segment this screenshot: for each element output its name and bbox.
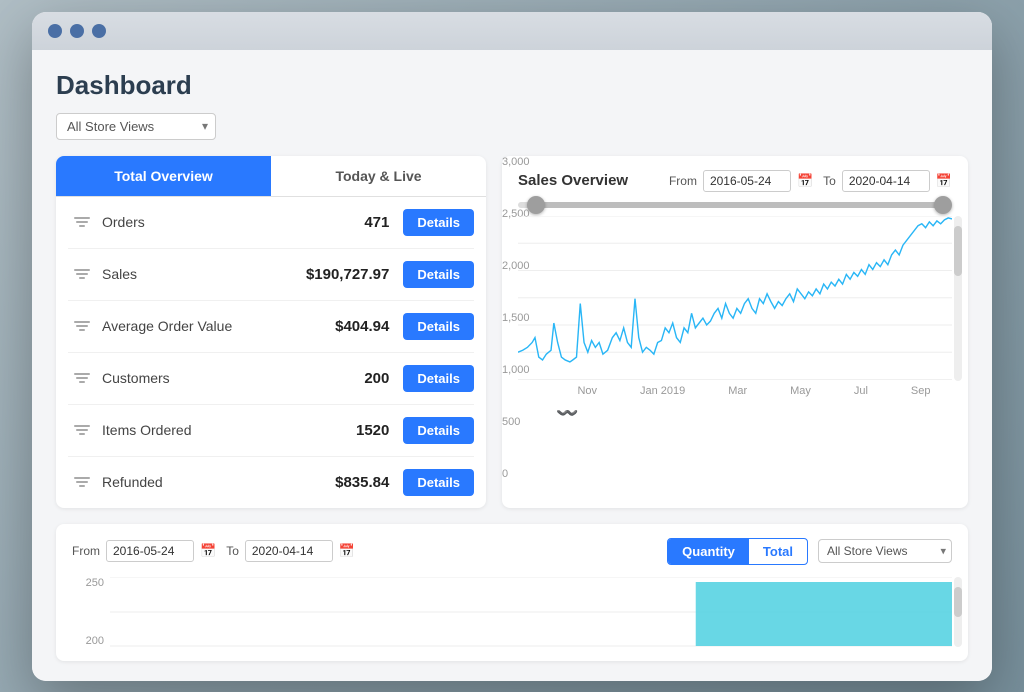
chart-scrollbar-thumb — [954, 226, 962, 276]
bottom-to-input[interactable] — [245, 540, 333, 562]
avg-order-label: Average Order Value — [96, 318, 293, 334]
chart-thumbnail-icon: 〰️ — [518, 403, 952, 424]
filter-icon — [68, 373, 96, 383]
refunded-details-button[interactable]: Details — [403, 469, 474, 496]
to-calendar-icon[interactable]: 📅 — [936, 173, 952, 189]
y-label-0: 0 — [502, 468, 540, 480]
stats-panel: Total Overview Today & Live Orders 471 D… — [56, 156, 486, 508]
bottom-scrollbar-thumb — [954, 587, 962, 617]
x-label-jan: Jan 2019 — [640, 385, 685, 397]
bottom-from-input[interactable] — [106, 540, 194, 562]
chart-header: Sales Overview From 📅 To 📅 — [518, 170, 952, 192]
bottom-y-250: 250 — [72, 577, 104, 589]
orders-value: 471 — [293, 214, 403, 231]
tab-header: Total Overview Today & Live — [56, 156, 486, 197]
store-select[interactable]: All Store Views Default Store View US St… — [56, 113, 216, 140]
bottom-from-cal-icon[interactable]: 📅 — [200, 543, 216, 559]
filter-icon — [68, 217, 96, 227]
bottom-to-cal-icon[interactable]: 📅 — [339, 543, 355, 559]
x-label-nov: Nov — [577, 385, 597, 397]
chart-scrollbar[interactable] — [954, 216, 962, 381]
titlebar — [32, 12, 992, 50]
x-axis-labels: Nov Jan 2019 Mar May Jul Sep — [518, 385, 952, 397]
orders-label: Orders — [96, 214, 293, 230]
from-label: From — [669, 174, 697, 188]
y-label-3000: 3,000 — [502, 156, 540, 168]
store-select-container: All Store Views Default Store View US St… — [56, 113, 216, 140]
bottom-chart-svg — [110, 577, 952, 647]
filter-icon — [68, 269, 96, 279]
bottom-y-axis: 250 200 — [72, 577, 110, 647]
chart-container: 3,000 2,500 2,000 1,500 1,000 500 0 — [518, 216, 952, 381]
maximize-button[interactable] — [92, 24, 106, 38]
bottom-y-200: 200 — [72, 635, 104, 647]
sales-value: $190,727.97 — [293, 266, 403, 283]
minimize-button[interactable] — [70, 24, 84, 38]
main-content: Dashboard All Store Views Default Store … — [32, 50, 992, 681]
x-label-jul: Jul — [854, 385, 868, 397]
from-date-group: From 📅 — [669, 170, 813, 192]
stats-list: Orders 471 Details Sales $190,727.97 Det… — [56, 197, 486, 508]
table-row: Average Order Value $404.94 Details — [68, 301, 474, 353]
filter-icon — [68, 425, 96, 435]
items-ordered-label: Items Ordered — [96, 422, 293, 438]
orders-details-button[interactable]: Details — [403, 209, 474, 236]
sales-overview-panel: Sales Overview From 📅 To 📅 — [502, 156, 968, 508]
total-toggle-button[interactable]: Total — [749, 539, 807, 564]
table-row: Items Ordered 1520 Details — [68, 405, 474, 457]
range-slider[interactable] — [518, 202, 952, 208]
quantity-toggle-button[interactable]: Quantity — [668, 539, 749, 564]
customers-label: Customers — [96, 370, 293, 386]
sales-details-button[interactable]: Details — [403, 261, 474, 288]
sales-chart-svg — [518, 216, 952, 381]
bottom-header: From 📅 To 📅 Quantity Total — [72, 538, 952, 565]
to-date-group: To 📅 — [823, 170, 952, 192]
bottom-to-group: To 📅 — [226, 540, 355, 562]
avg-order-details-button[interactable]: Details — [403, 313, 474, 340]
from-calendar-icon[interactable]: 📅 — [797, 173, 813, 189]
main-grid: Total Overview Today & Live Orders 471 D… — [56, 156, 968, 508]
page-title: Dashboard — [56, 70, 968, 101]
range-slider-right-thumb[interactable] — [934, 196, 952, 214]
table-row: Sales $190,727.97 Details — [68, 249, 474, 301]
customers-value: 200 — [293, 370, 403, 387]
x-label-sep: Sep — [911, 385, 931, 397]
avg-order-value: $404.94 — [293, 318, 403, 335]
filter-icon — [68, 477, 96, 487]
view-toggle: Quantity Total — [667, 538, 808, 565]
bottom-bar-chart — [110, 577, 952, 647]
refunded-value: $835.84 — [293, 474, 403, 491]
bottom-store-select[interactable]: All Store Views Default Store View — [818, 539, 952, 563]
filter-icon — [68, 321, 96, 331]
bottom-from-group: From 📅 — [72, 540, 216, 562]
items-ordered-details-button[interactable]: Details — [403, 417, 474, 444]
tab-today-live[interactable]: Today & Live — [271, 156, 486, 196]
close-button[interactable] — [48, 24, 62, 38]
customers-details-button[interactable]: Details — [403, 365, 474, 392]
tab-total-overview[interactable]: Total Overview — [56, 156, 271, 196]
to-label: To — [823, 174, 836, 188]
store-select-wrapper: All Store Views Default Store View US St… — [56, 113, 968, 140]
y-label-500: 500 — [502, 416, 540, 428]
bottom-scrollbar[interactable] — [954, 577, 962, 647]
sales-label: Sales — [96, 266, 293, 282]
bottom-to-label: To — [226, 544, 239, 558]
x-label-mar: Mar — [728, 385, 747, 397]
bottom-from-label: From — [72, 544, 100, 558]
bottom-chart-area: 250 200 — [72, 577, 952, 647]
from-date-input[interactable] — [703, 170, 791, 192]
chart-svg-container — [518, 216, 952, 381]
table-row: Customers 200 Details — [68, 353, 474, 405]
bottom-section: From 📅 To 📅 Quantity Total — [56, 524, 968, 661]
items-ordered-value: 1520 — [293, 422, 403, 439]
app-window: Dashboard All Store Views Default Store … — [32, 12, 992, 681]
x-label-may: May — [790, 385, 811, 397]
range-slider-fill — [527, 202, 944, 208]
refunded-label: Refunded — [96, 474, 293, 490]
bottom-store-wrapper: All Store Views Default Store View — [818, 539, 952, 563]
table-row: Orders 471 Details — [68, 197, 474, 249]
to-date-input[interactable] — [842, 170, 930, 192]
table-row: Refunded $835.84 Details — [68, 457, 474, 508]
